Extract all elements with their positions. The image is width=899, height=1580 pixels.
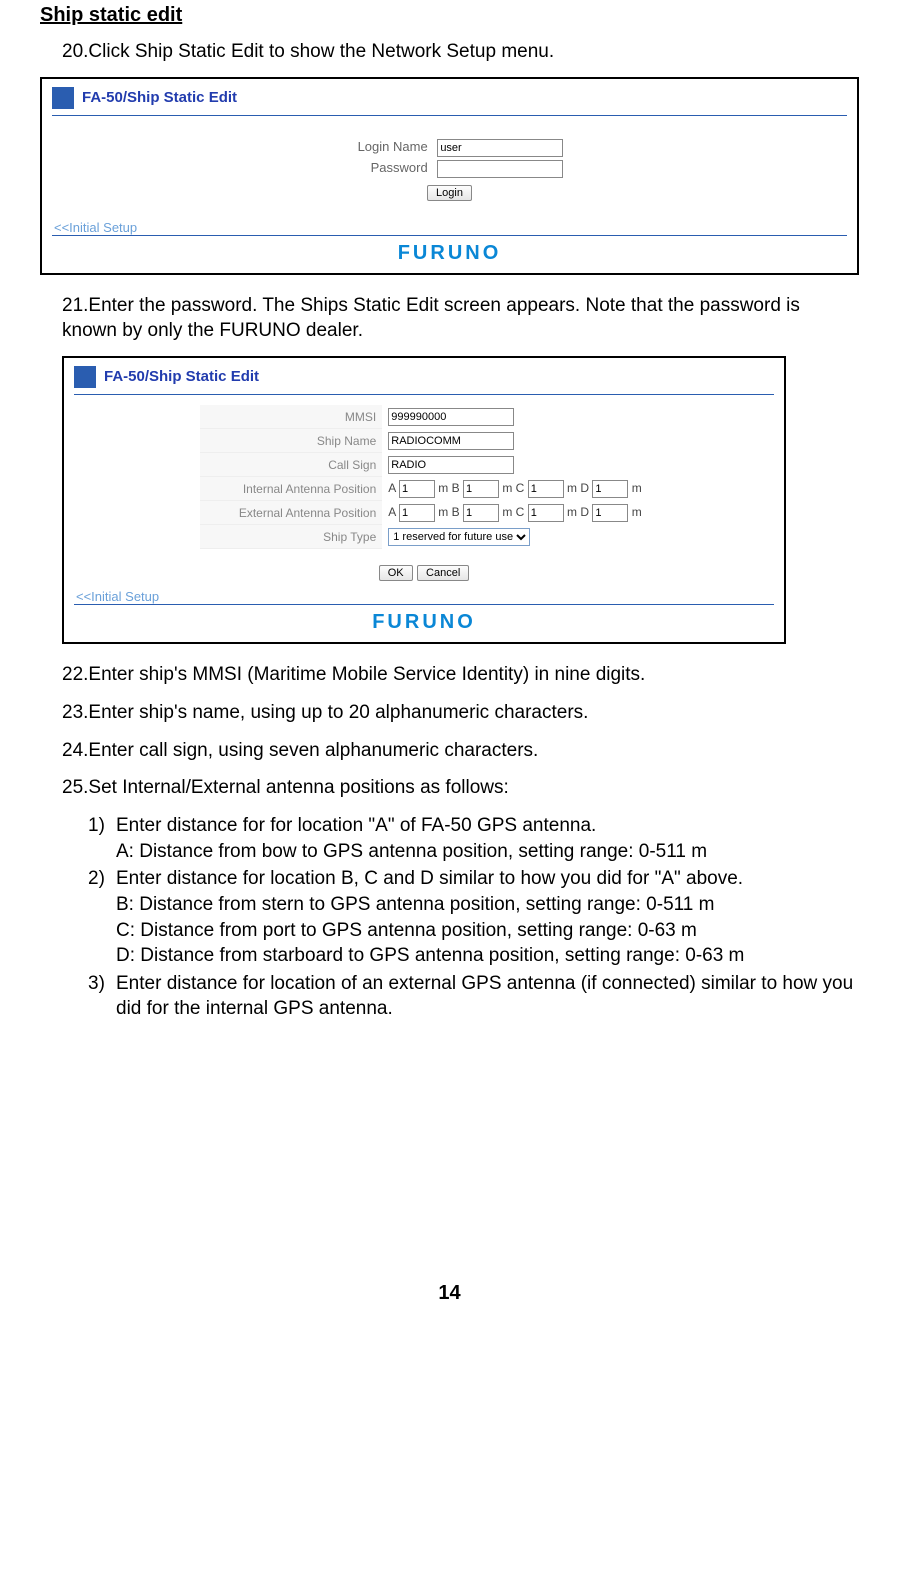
substep-text: Enter distance for location B, C and D s… bbox=[116, 866, 859, 969]
step-21: 21.Enter the password. The Ships Static … bbox=[40, 293, 859, 344]
substep-text: Enter distance for location of an extern… bbox=[116, 971, 859, 1022]
pos-d-prefix: D bbox=[580, 481, 589, 495]
login-name-input[interactable] bbox=[437, 139, 563, 157]
ship-type-label: Ship Type bbox=[200, 525, 382, 549]
internal-d-input[interactable] bbox=[592, 480, 628, 498]
step-23: 23.Enter ship's name, using up to 20 alp… bbox=[40, 700, 859, 726]
ok-button[interactable]: OK bbox=[379, 565, 413, 581]
call-sign-input[interactable] bbox=[388, 456, 514, 474]
unit-m: m bbox=[632, 481, 642, 495]
step-22: 22.Enter ship's MMSI (Maritime Mobile Se… bbox=[40, 662, 859, 688]
unit-m: m bbox=[502, 481, 512, 495]
pos-a-prefix: A bbox=[388, 481, 395, 495]
step-24: 24.Enter call sign, using seven alphanum… bbox=[40, 738, 859, 764]
login-name-label: Login Name bbox=[336, 139, 428, 154]
internal-b-input[interactable] bbox=[463, 480, 499, 498]
ship-static-edit-panel: FA-50/Ship Static Edit MMSI Ship Name Ca… bbox=[62, 356, 786, 645]
pos-b-prefix: B bbox=[452, 505, 460, 519]
external-a-input[interactable] bbox=[399, 504, 435, 522]
external-c-input[interactable] bbox=[528, 504, 564, 522]
cancel-button[interactable]: Cancel bbox=[417, 565, 469, 581]
substep-1: 1) Enter distance for for location "A" o… bbox=[40, 813, 859, 864]
mmsi-input[interactable] bbox=[388, 408, 514, 426]
substep-number: 1) bbox=[88, 813, 116, 864]
furuno-logo: FURUNO bbox=[372, 611, 476, 633]
step-25: 25.Set Internal/External antenna positio… bbox=[40, 775, 859, 801]
panel-title: FA-50/Ship Static Edit bbox=[82, 89, 237, 106]
unit-m: m bbox=[438, 481, 448, 495]
pos-b-prefix: B bbox=[452, 481, 460, 495]
password-input[interactable] bbox=[437, 160, 563, 178]
internal-a-input[interactable] bbox=[399, 480, 435, 498]
unit-m: m bbox=[567, 481, 577, 495]
external-d-input[interactable] bbox=[592, 504, 628, 522]
substep-3: 3) Enter distance for location of an ext… bbox=[40, 971, 859, 1022]
unit-m: m bbox=[632, 505, 642, 519]
unit-m: m bbox=[502, 505, 512, 519]
internal-c-input[interactable] bbox=[528, 480, 564, 498]
mmsi-label: MMSI bbox=[200, 405, 382, 429]
section-title: Ship static edit bbox=[40, 4, 859, 27]
pos-d-prefix: D bbox=[580, 505, 589, 519]
internal-antenna-label: Internal Antenna Position bbox=[200, 477, 382, 501]
title-block-icon bbox=[74, 366, 96, 388]
login-button[interactable]: Login bbox=[427, 185, 472, 201]
substep-text: Enter distance for for location "A" of F… bbox=[116, 813, 859, 864]
login-panel: FA-50/Ship Static Edit Login Name Passwo… bbox=[40, 77, 859, 275]
panel-title: FA-50/Ship Static Edit bbox=[104, 368, 259, 385]
unit-m: m bbox=[567, 505, 577, 519]
external-b-input[interactable] bbox=[463, 504, 499, 522]
pos-c-prefix: C bbox=[516, 505, 525, 519]
unit-m: m bbox=[438, 505, 448, 519]
call-sign-label: Call Sign bbox=[200, 453, 382, 477]
password-label: Password bbox=[336, 160, 428, 175]
pos-a-prefix: A bbox=[388, 505, 395, 519]
title-block-icon bbox=[52, 87, 74, 109]
initial-setup-link[interactable]: <<Initial Setup bbox=[54, 220, 847, 235]
external-antenna-label: External Antenna Position bbox=[200, 501, 382, 525]
substep-2: 2) Enter distance for location B, C and … bbox=[40, 866, 859, 969]
pos-c-prefix: C bbox=[516, 481, 525, 495]
step-20: 20.Click Ship Static Edit to show the Ne… bbox=[40, 39, 859, 65]
substep-number: 2) bbox=[88, 866, 116, 969]
ship-name-label: Ship Name bbox=[200, 429, 382, 453]
furuno-logo: FURUNO bbox=[398, 242, 502, 264]
substep-number: 3) bbox=[88, 971, 116, 1022]
initial-setup-link[interactable]: <<Initial Setup bbox=[76, 589, 774, 604]
page-number: 14 bbox=[40, 1282, 859, 1305]
ship-name-input[interactable] bbox=[388, 432, 514, 450]
ship-type-select[interactable]: 1 reserved for future use bbox=[388, 528, 530, 546]
